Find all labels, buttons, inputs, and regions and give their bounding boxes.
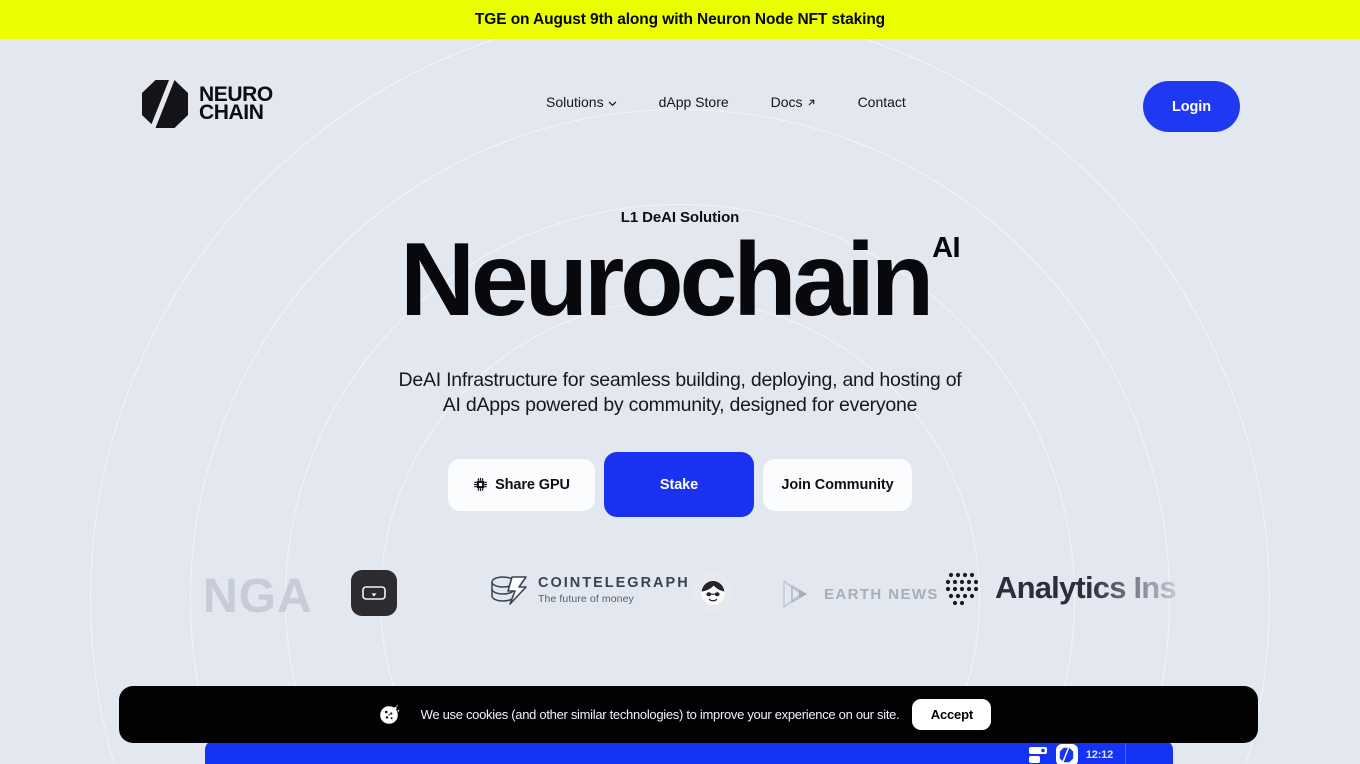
site-header: NEURO CHAIN Solutions dApp Store Docs Co… (0, 39, 1360, 139)
cookie-banner-text: We use cookies (and other similar techno… (420, 707, 900, 722)
logo-wordmark: NEURO CHAIN (199, 84, 273, 124)
nav-label-docs: Docs (770, 94, 803, 110)
cpu-chip-icon (474, 477, 488, 492)
arrow-up-right-icon (808, 99, 814, 105)
hero-subheadline: DeAI Infrastructure for seamless buildin… (0, 368, 1360, 418)
join-community-button[interactable]: Join Community (763, 458, 912, 511)
join-community-label: Join Community (781, 476, 894, 493)
hero-title-row: Neurochain AI (0, 228, 1360, 332)
bottom-preview-divider (1125, 740, 1126, 764)
cointelegraph-tagline: The future of money (538, 593, 634, 605)
partner-logo-avatar (692, 572, 733, 613)
nav-item-solutions[interactable]: Solutions (546, 94, 617, 110)
nav-item-docs[interactable]: Docs (771, 94, 816, 110)
nga-wordmark-icon: NGA (203, 570, 313, 623)
nav-item-dapp-store[interactable]: dApp Store (659, 94, 729, 110)
chevron-down-icon (608, 101, 616, 106)
cookie-banner-content: We use cookies (and other similar techno… (378, 699, 992, 730)
stake-label: Stake (659, 476, 699, 493)
hero-subheadline-line-2: AI dApps powered by community, designed … (442, 393, 918, 416)
login-button[interactable]: Login (1143, 81, 1240, 132)
partner-logo-earth-news: EARTH NEWS (781, 578, 939, 610)
share-gpu-label: Share GPU (495, 476, 570, 493)
neurochain-octagon-logo-icon (142, 80, 188, 128)
stake-button[interactable]: Stake (604, 452, 754, 517)
card-stack-icon (1028, 747, 1047, 763)
logo[interactable]: NEURO CHAIN (141, 79, 273, 129)
bottom-preview-content: 12:12 (1028, 744, 1113, 764)
nav-label-contact: Contact (857, 94, 906, 110)
logo-line-2: CHAIN (199, 101, 264, 124)
nav-item-contact[interactable]: Contact (858, 94, 906, 110)
hero-subheadline-line-1: DeAI Infrastructure for seamless buildin… (398, 369, 962, 391)
partner-logo-strip: NGA COINTELEGRAPH The future of money EA… (0, 561, 1360, 629)
main-nav: Solutions dApp Store Docs Contact (546, 94, 906, 110)
nav-label-solutions: Solutions (546, 94, 604, 110)
cointelegraph-text: COINTELEGRAPH The future of money (538, 575, 690, 605)
nav-label-dapp-store: dApp Store (658, 94, 729, 110)
neurochain-app-glyph-icon (1060, 747, 1074, 763)
bottom-preview-panel: 12:12 (205, 740, 1173, 764)
partner-logo-cointelegraph: COINTELEGRAPH The future of money (489, 573, 690, 607)
partner-logo-vr-tile (351, 570, 397, 616)
cointelegraph-coins-icon (491, 576, 527, 605)
hero-cta-row: Share GPU Stake Join Community (0, 452, 1360, 517)
cookie-icon (379, 704, 399, 724)
cointelegraph-name: COINTELEGRAPH (538, 575, 690, 591)
analytics-insight-dots-icon (945, 572, 979, 606)
partner-logo-nga: NGA (203, 569, 313, 624)
neurochain-app-tile-icon[interactable] (1055, 744, 1078, 764)
earth-news-label: EARTH NEWS (824, 585, 939, 603)
partner-logo-analytics-insight: Analytics Ins (944, 569, 1177, 607)
earth-news-arrows-icon (783, 580, 807, 608)
face-avatar-icon (700, 580, 725, 605)
analytics-insight-label: Analytics Ins (995, 570, 1177, 605)
background-ring-3 (190, 109, 1170, 764)
bottom-preview-time: 12:12 (1085, 749, 1113, 761)
share-gpu-button[interactable]: Share GPU (448, 458, 595, 511)
vr-headset-tile-icon (362, 586, 386, 600)
page-root: TGE on August 9th along with Neuron Node… (0, 0, 1360, 764)
cookie-banner: We use cookies (and other similar techno… (119, 686, 1258, 743)
announcement-bar[interactable]: TGE on August 9th along with Neuron Node… (0, 0, 1360, 39)
hero-title: Neurochain (400, 222, 934, 338)
hero-title-superscript: AI (932, 232, 960, 264)
announcement-text: TGE on August 9th along with Neuron Node… (474, 10, 886, 28)
cookie-accept-button[interactable]: Accept (912, 699, 992, 730)
